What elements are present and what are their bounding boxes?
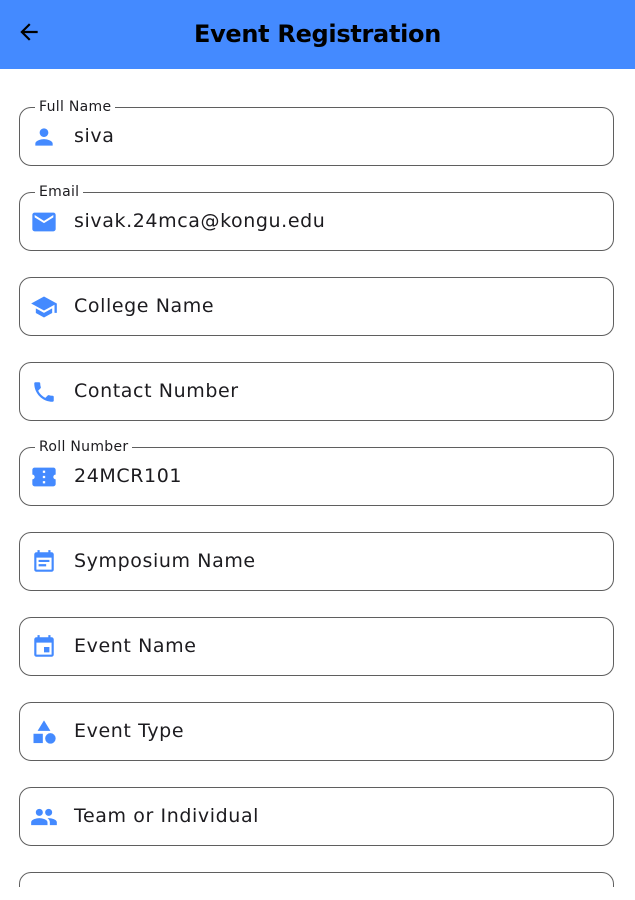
roll-number-value: 24MCR101 [74,465,183,487]
person-icon [30,124,58,150]
event-type-field[interactable]: Event Type [19,702,614,761]
next-field-partial[interactable] [19,872,614,887]
email-field[interactable]: Email sivak.24mca@kongu.edu [19,183,614,251]
school-icon [30,294,58,320]
event-note-icon [30,549,58,575]
group-icon [30,804,58,830]
contact-number-field[interactable]: Contact Number [19,362,614,421]
back-button[interactable] [10,15,48,53]
event-name-placeholder: Event Name [74,635,197,657]
app-bar: Event Registration [0,0,635,69]
symposium-name-placeholder: Symposium Name [74,550,256,572]
team-or-individual-field[interactable]: Team or Individual [19,787,614,846]
event-icon [30,634,58,660]
bottom-edge [0,887,635,900]
registration-form: Full Name siva Email sivak.24mca@kongu.e… [0,69,635,887]
email-value: sivak.24mca@kongu.edu [74,210,326,232]
full-name-value: siva [74,125,115,147]
roll-number-field[interactable]: Roll Number 24MCR101 [19,438,614,506]
phone-icon [30,379,58,405]
category-icon [30,719,58,745]
event-name-field[interactable]: Event Name [19,617,614,676]
page-title: Event Registration [193,20,442,48]
symposium-name-field[interactable]: Symposium Name [19,532,614,591]
team-or-individual-placeholder: Team or Individual [74,805,260,827]
college-name-placeholder: College Name [74,295,215,317]
arrow-back-icon [16,19,42,50]
college-name-field[interactable]: College Name [19,277,614,336]
contact-number-placeholder: Contact Number [74,380,239,402]
mail-icon [30,209,58,235]
full-name-field[interactable]: Full Name siva [19,98,614,166]
ticket-icon [30,464,58,490]
event-type-placeholder: Event Type [74,720,185,742]
